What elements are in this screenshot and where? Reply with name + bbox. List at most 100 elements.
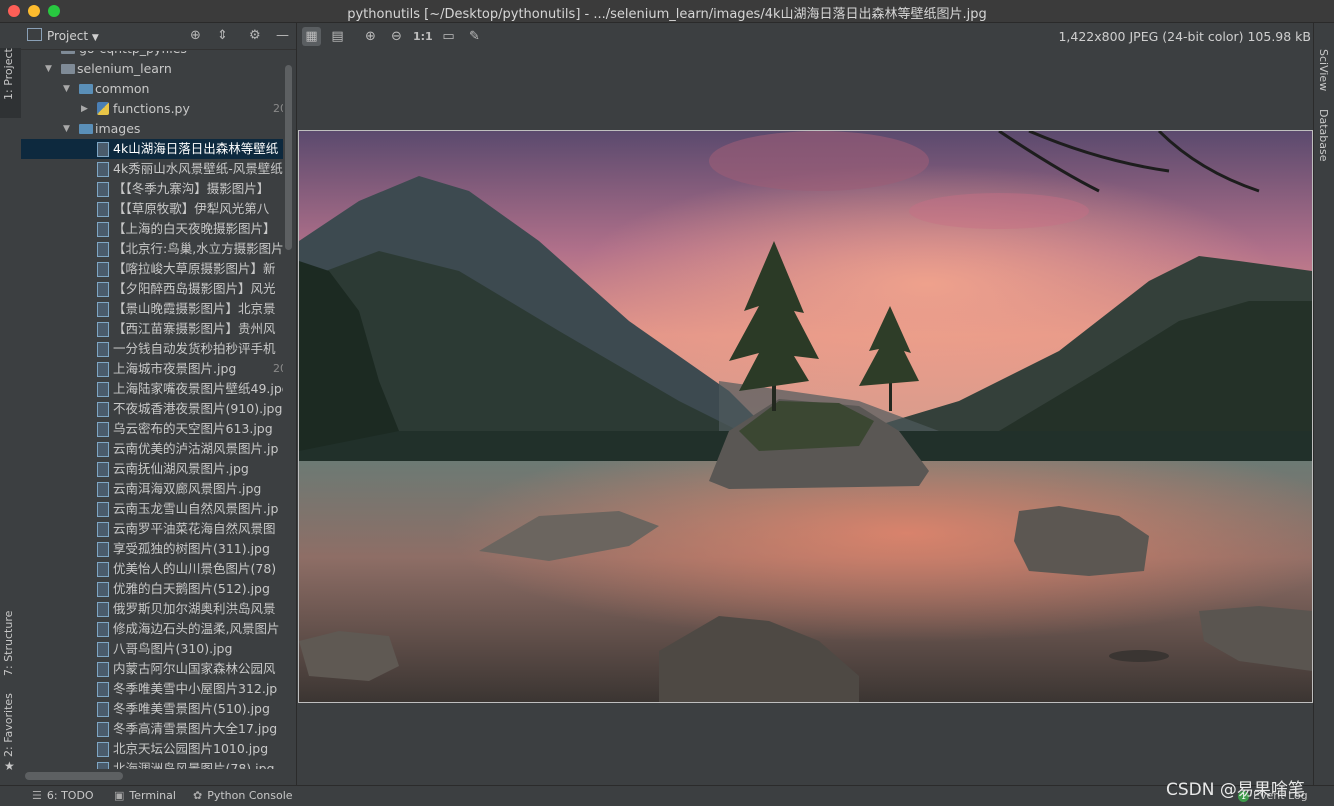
image-file-icon (97, 402, 109, 417)
chevron-right-icon[interactable]: ▶ (81, 99, 88, 119)
image-file-icon (97, 702, 109, 717)
tree-row[interactable]: 【上海的白天夜晚摄影图片】 (21, 219, 283, 239)
tree-row[interactable]: 云南玉龙雪山自然风景图片.jp (21, 499, 283, 519)
tree-row-name: 【【冬季九寨沟】摄影图片】 (113, 181, 270, 196)
tree-row-name: go-cqhttp_pyfiles (79, 51, 187, 59)
tree-row[interactable]: 【西江苗寨摄影图片】贵州风 (21, 319, 283, 339)
tree-row-name: 【【草原牧歌】伊犁风光第八 (113, 201, 270, 216)
tree-row[interactable]: ▼ images (21, 119, 283, 139)
python-console-tool-tab[interactable]: ✿ Python Console (193, 789, 293, 802)
image-file-icon (97, 182, 109, 197)
tree-row-partial[interactable]: go-cqhttp_pyfiles (21, 51, 283, 59)
hide-panel-icon[interactable]: — (276, 28, 289, 43)
image-file-icon (97, 722, 109, 737)
zoom-out-icon[interactable]: ⊖ (387, 27, 406, 46)
image-file-icon (97, 622, 109, 637)
tree-row[interactable]: 八哥鸟图片(310).jpg2022/3/ (21, 639, 283, 659)
chevron-down-icon[interactable]: ▼ (63, 119, 70, 139)
tree-row[interactable]: 云南罗平油菜花海自然风景图 (21, 519, 283, 539)
tree-row[interactable]: 【北京行:鸟巢,水立方摄影图片 (21, 239, 283, 259)
tree-row-name: 云南抚仙湖风景图片.jpg (113, 461, 249, 476)
tree-row[interactable]: 【景山晚霞摄影图片】北京景 (21, 299, 283, 319)
project-view-label: Project (47, 29, 89, 43)
tree-row-name: 上海陆家嘴夜景图片壁纸49.jpg (113, 381, 283, 396)
tree-row[interactable]: 云南抚仙湖风景图片.jpg2022 (21, 459, 283, 479)
tree-row[interactable]: 上海陆家嘴夜景图片壁纸49.jpg (21, 379, 283, 399)
tree-row[interactable]: 【喀拉峻大草原摄影图片】新 (21, 259, 283, 279)
tree-row[interactable]: 优美怡人的山川景色图片(78) (21, 559, 283, 579)
tree-row[interactable]: 冬季高清雪景图片大全17.jpg (21, 719, 283, 739)
tree-row[interactable]: 修成海边石头的温柔,风景图片 (21, 619, 283, 639)
tree-row-name: 【北京行:鸟巢,水立方摄影图片 (113, 241, 283, 256)
structure-tool-tab[interactable]: 7: Structure (0, 598, 21, 678)
chevron-down-icon[interactable]: ▼ (63, 79, 70, 99)
tree-row-name: 4k山湖海日落日出森林等壁纸 (113, 141, 279, 156)
tree-row[interactable]: 冬季唯美雪中小屋图片312.jp (21, 679, 283, 699)
todo-tool-tab[interactable]: ☰ 6: TODO (32, 789, 94, 802)
tree-row-name: 不夜城香港夜景图片(910).jpg (113, 401, 283, 416)
window-title: pythonutils [~/Desktop/pythonutils] - ..… (347, 7, 987, 22)
tree-row[interactable]: ▼ common (21, 79, 283, 99)
tree-row-name: 【上海的白天夜晚摄影图片】 (113, 221, 276, 236)
tree-row[interactable]: ▶ functions.py 2022/3/29, 16:02, (21, 99, 283, 119)
tree-row[interactable]: 北海涠洲岛风景图片(78).jpg (21, 759, 283, 769)
color-picker-icon[interactable]: ✎ (465, 27, 484, 46)
tree-row-name: 一分钱自动发货秒拍秒评手机 (113, 341, 276, 356)
tree-row[interactable]: 冬季唯美雪景图片(510).jpg (21, 699, 283, 719)
tree-row[interactable]: ▼ selenium_learn (21, 59, 283, 79)
tree-row[interactable]: 乌云密布的天空图片613.jpg (21, 419, 283, 439)
chevron-down-icon[interactable]: ▼ (45, 59, 52, 79)
tree-row-name: 乌云密布的天空图片613.jpg (113, 421, 273, 436)
tree-row-name: 冬季高清雪景图片大全17.jpg (113, 721, 278, 736)
project-tool-tab[interactable]: 1: Project (0, 48, 21, 118)
tree-row-name: 北海涠洲岛风景图片(78).jpg (113, 761, 275, 769)
tree-row[interactable]: 【【冬季九寨沟】摄影图片】 (21, 179, 283, 199)
actual-size-button[interactable]: 1:1 (413, 27, 433, 46)
database-tool-tab[interactable]: Database (1317, 109, 1330, 162)
tree-row[interactable]: 4k山湖海日落日出森林等壁纸 (21, 139, 283, 159)
image-file-icon (97, 262, 109, 277)
locate-file-icon[interactable]: ⊕ (190, 28, 201, 43)
sciview-tool-tab[interactable]: SciView (1317, 49, 1330, 91)
tree-row[interactable]: 内蒙古阿尔山国家森林公园风 (21, 659, 283, 679)
image-file-icon (97, 422, 109, 437)
tree-row[interactable]: 俄罗斯贝加尔湖奥利洪岛风景 (21, 599, 283, 619)
toggle-chessboard-icon[interactable]: ▦ (302, 27, 321, 46)
project-tree: go-cqhttp_pyfiles ▼ selenium_learn ▼ common… (21, 51, 285, 769)
tree-row[interactable]: 优雅的白天鹅图片(512).jpg (21, 579, 283, 599)
source-folder-icon (79, 124, 93, 134)
tree-row-name: 【景山晚霞摄影图片】北京景 (113, 301, 276, 316)
terminal-tool-tab[interactable]: ▣ Terminal (114, 789, 176, 802)
tree-row[interactable]: 【【草原牧歌】伊犁风光第八 (21, 199, 283, 219)
python-file-icon (97, 102, 109, 115)
tree-row-name: 4k秀丽山水风景壁纸-风景壁纸 (113, 161, 283, 176)
tree-vertical-scrollbar[interactable] (285, 65, 292, 250)
image-file-icon (97, 222, 109, 237)
tree-row-name: 北京天坛公园图片1010.jpg (113, 741, 269, 756)
fit-to-window-icon[interactable]: ▭ (439, 27, 458, 46)
tree-row-name: 云南罗平油菜花海自然风景图 (113, 521, 276, 536)
image-preview[interactable] (298, 130, 1313, 703)
project-view-selector[interactable]: Project ▼ (27, 28, 99, 43)
tree-horizontal-scrollbar[interactable] (25, 772, 123, 780)
toggle-grid-icon[interactable]: ▤ (328, 27, 347, 46)
tree-row[interactable]: 云南优美的泸沽湖风景图片.jp (21, 439, 283, 459)
image-file-icon (97, 522, 109, 537)
collapse-all-icon[interactable]: ⇕ (217, 28, 228, 43)
tree-row[interactable]: 云南洱海双廊风景图片.jpg20 (21, 479, 283, 499)
tree-row[interactable]: 4k秀丽山水风景壁纸-风景壁纸 (21, 159, 283, 179)
tree-row[interactable]: 上海城市夜景图片.jpg 2022/3 (21, 359, 283, 379)
image-file-icon (97, 562, 109, 577)
tree-row[interactable]: 一分钱自动发货秒拍秒评手机 (21, 339, 283, 359)
tree-row[interactable]: 【夕阳醉西岛摄影图片】风光 (21, 279, 283, 299)
tree-row-name: 优美怡人的山川景色图片(78) (113, 561, 277, 576)
gear-icon[interactable]: ⚙ (249, 28, 261, 43)
zoom-in-icon[interactable]: ⊕ (361, 27, 380, 46)
project-panel: Project ▼ ⊕ ⇕ ⚙ — go-cqhttp_pyfiles ▼ sel… (21, 23, 297, 785)
image-file-icon (97, 482, 109, 497)
tree-row[interactable]: 北京天坛公园图片1010.jpg2 (21, 739, 283, 759)
tree-row[interactable]: 不夜城香港夜景图片(910).jpg (21, 399, 283, 419)
structure-tool-tab-label: 7: Structure (2, 610, 15, 676)
tree-row[interactable]: 享受孤独的树图片(311).jpg2 (21, 539, 283, 559)
favorites-tool-tab[interactable]: 2: Favorites ★ (0, 693, 21, 775)
